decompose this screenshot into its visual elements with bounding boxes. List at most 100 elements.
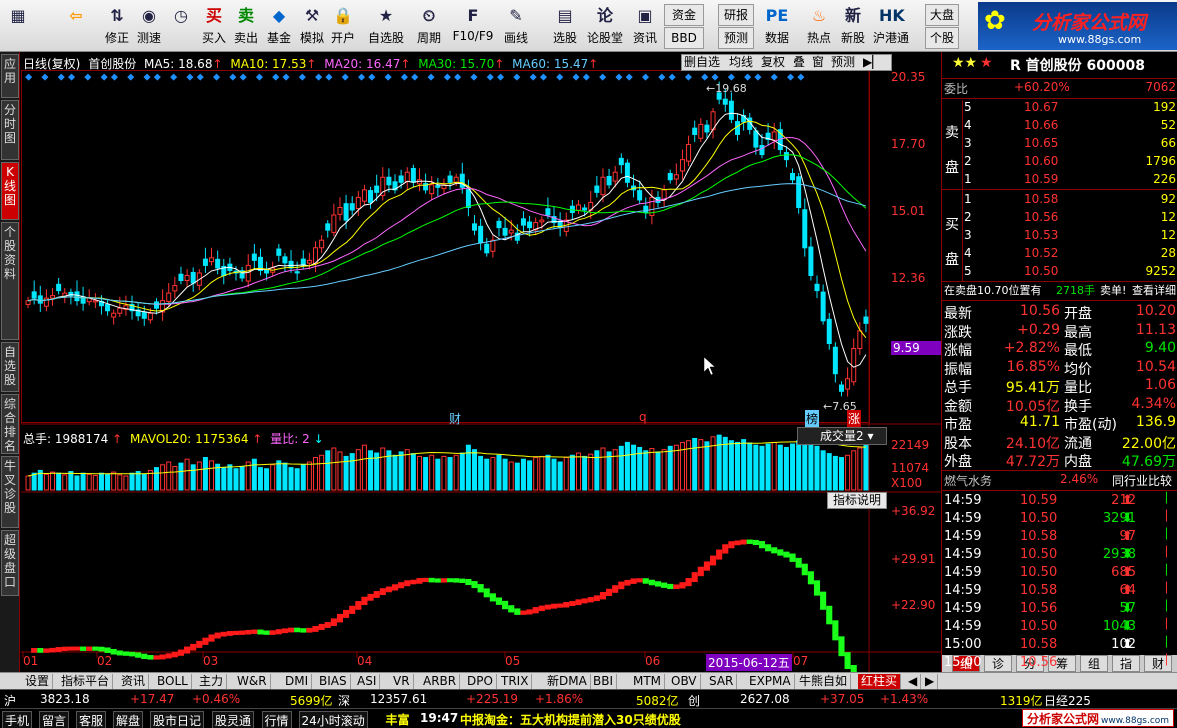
sell-level-row[interactable]: 5 10.67 192 (942, 100, 1177, 117)
toolbar-button-沪港通[interactable]: HK 沪港通 (871, 3, 911, 51)
event-diamond-marker[interactable] (384, 73, 392, 81)
status-link-2[interactable]: 客服 (76, 711, 107, 728)
event-diamond-marker[interactable] (470, 73, 478, 81)
toolbar-button-clock[interactable]: ◷ (166, 3, 196, 51)
event-diamond-marker[interactable] (529, 73, 537, 81)
sector-row[interactable]: 燃气水务 2.46% 同行业比较 (942, 472, 1177, 489)
left-tab-4[interactable]: 自选股 (1, 342, 19, 392)
event-diamond-marker[interactable] (744, 73, 752, 81)
toolbar-button-自选股[interactable]: ★ 自选股 (365, 3, 407, 51)
buy-level-row[interactable]: 4 10.52 28 (942, 246, 1177, 263)
indicator-tab-5[interactable]: W&R (234, 674, 271, 689)
chart-tool-pin-icon[interactable]: ▶▏ (863, 55, 881, 70)
event-diamond-marker[interactable] (427, 73, 435, 81)
chart-tool-5[interactable]: 预测 (831, 55, 855, 70)
finance-mark[interactable]: 财 (449, 410, 461, 427)
toolbar-button-论股堂[interactable]: 论论股堂 (586, 3, 624, 51)
toolbar-button-F10/F9[interactable]: F F10/F9 (452, 3, 494, 51)
left-tab-0[interactable]: 应用 (1, 54, 19, 98)
event-diamond-marker[interactable] (298, 73, 306, 81)
event-diamond-marker[interactable] (153, 73, 161, 81)
event-diamond-marker[interactable] (642, 73, 650, 81)
event-diamond-marker[interactable] (143, 73, 151, 81)
toolbar-button-新股[interactable]: 新新股 (838, 3, 868, 51)
toolbar-button-开户[interactable]: 🔒 开户 (328, 3, 358, 51)
event-diamond-marker[interactable] (513, 73, 521, 81)
indicator-tab-7[interactable]: BIAS (316, 674, 351, 689)
toolbar-button-大盘[interactable]: 大大盘 (925, 4, 959, 26)
tab-scroll-right-icon[interactable]: ▶ (922, 674, 939, 689)
event-diamond-marker[interactable] (701, 73, 709, 81)
sell-level-row[interactable]: 2 10.60 1796 (942, 154, 1177, 171)
indicator-tab-2[interactable]: 资讯 (118, 674, 150, 689)
toolbar-button-测速[interactable]: ◉ 测速 (134, 3, 164, 51)
chart-tool-3[interactable]: 叠 (793, 55, 805, 70)
left-tab-7[interactable]: 超级盘口 (1, 530, 19, 596)
indicator-tab-15[interactable]: MTM (630, 674, 666, 689)
event-diamond-marker[interactable] (25, 73, 33, 81)
event-diamond-marker[interactable] (100, 73, 108, 81)
buy-level-row[interactable]: 5 10.50 9252 (942, 264, 1177, 281)
toolbar-button-back-arrow[interactable]: ⇦ (58, 3, 94, 51)
indicator-tab-18[interactable]: EXPMA (746, 674, 795, 689)
indicator-tab-1[interactable]: 指标平台 (58, 674, 114, 689)
left-tab-5[interactable]: 综合排名 (1, 394, 19, 454)
indicator-help-button[interactable]: 指标说明 (827, 492, 887, 509)
event-diamond-marker[interactable] (239, 73, 247, 81)
big-order-link[interactable]: 查看详细 (1132, 282, 1176, 298)
event-diamond-marker[interactable] (497, 73, 505, 81)
indicator-tab-11[interactable]: DPO (464, 674, 497, 689)
indicator-tab-13[interactable]: 新DMA (544, 674, 591, 689)
event-diamond-marker[interactable] (57, 73, 65, 81)
toolbar-button-热点[interactable]: ♨ 热点 (804, 3, 834, 51)
event-diamond-marker[interactable] (272, 73, 280, 81)
sector-compare-link[interactable]: 同行业比较 (1112, 472, 1172, 489)
toolbar-button-预测[interactable]: 预预测 (718, 27, 754, 49)
news-ticker[interactable]: 中报淘金：五大机构提前潜入30只绩优股 (460, 711, 681, 728)
toolbar-button-卖出[interactable]: 卖卖出 (231, 3, 261, 51)
event-diamond-marker[interactable] (400, 73, 408, 81)
rise-mark[interactable]: 涨 (847, 410, 862, 427)
toolbar-button-资金[interactable]: ¥资金 (664, 4, 704, 26)
indicator-tab-20[interactable]: 红柱买 (858, 674, 902, 689)
event-diamond-marker[interactable] (341, 73, 349, 81)
q-mark[interactable]: q (639, 410, 647, 424)
event-diamond-marker[interactable] (754, 73, 762, 81)
event-diamond-marker[interactable] (486, 73, 494, 81)
chart-tool-4[interactable]: 窗 (812, 55, 824, 70)
ranking-mark[interactable]: 榜 (805, 410, 820, 427)
event-diamond-marker[interactable] (572, 73, 580, 81)
event-diamond-marker[interactable] (539, 73, 547, 81)
indicator-tab-10[interactable]: ARBR (420, 674, 461, 689)
event-diamond-marker[interactable] (282, 73, 290, 81)
event-diamond-marker[interactable] (668, 73, 676, 81)
big-order-info[interactable]: 在卖盘10.70位置有 2718手 卖单! 查看详细 (942, 282, 1177, 299)
indicator-tab-6[interactable]: DMI (282, 674, 313, 689)
event-diamond-marker[interactable] (411, 73, 419, 81)
event-diamond-marker[interactable] (625, 73, 633, 81)
event-diamond-marker[interactable] (727, 73, 735, 81)
toolbar-button-模拟[interactable]: ⚒ 模拟 (297, 3, 327, 51)
buy-level-row[interactable]: 1 10.58 92 (942, 192, 1177, 209)
event-diamond-marker[interactable] (615, 73, 623, 81)
indicator-tab-8[interactable]: ASI (354, 674, 381, 689)
event-diamond-marker[interactable] (41, 73, 49, 81)
tab-scroll-left-icon[interactable]: ◀ (905, 674, 922, 689)
sell-level-row[interactable]: 1 10.59 226 (942, 172, 1177, 189)
left-tab-1[interactable]: 分时图 (1, 100, 19, 160)
event-diamond-marker[interactable] (325, 73, 333, 81)
toolbar-button-资讯[interactable]: ▣ 资讯 (628, 3, 662, 51)
buy-level-row[interactable]: 2 10.56 12 (942, 210, 1177, 227)
event-diamond-marker[interactable] (797, 73, 805, 81)
chart-tool-2[interactable]: 复权 (761, 55, 785, 70)
toolbar-button-个股[interactable]: 个个股 (925, 27, 959, 49)
event-diamond-marker[interactable] (787, 73, 795, 81)
event-diamond-marker[interactable] (170, 73, 178, 81)
indicator-tab-14[interactable]: BBI (590, 674, 618, 689)
event-diamond-marker[interactable] (358, 73, 366, 81)
event-diamond-marker[interactable] (770, 73, 778, 81)
left-tab-2[interactable]: K线图 (1, 162, 19, 220)
status-link-3[interactable]: 解盘 (113, 711, 144, 728)
toolbar-button-周期[interactable]: ⏲ 周期 (410, 3, 448, 51)
event-diamond-marker[interactable] (368, 73, 376, 81)
